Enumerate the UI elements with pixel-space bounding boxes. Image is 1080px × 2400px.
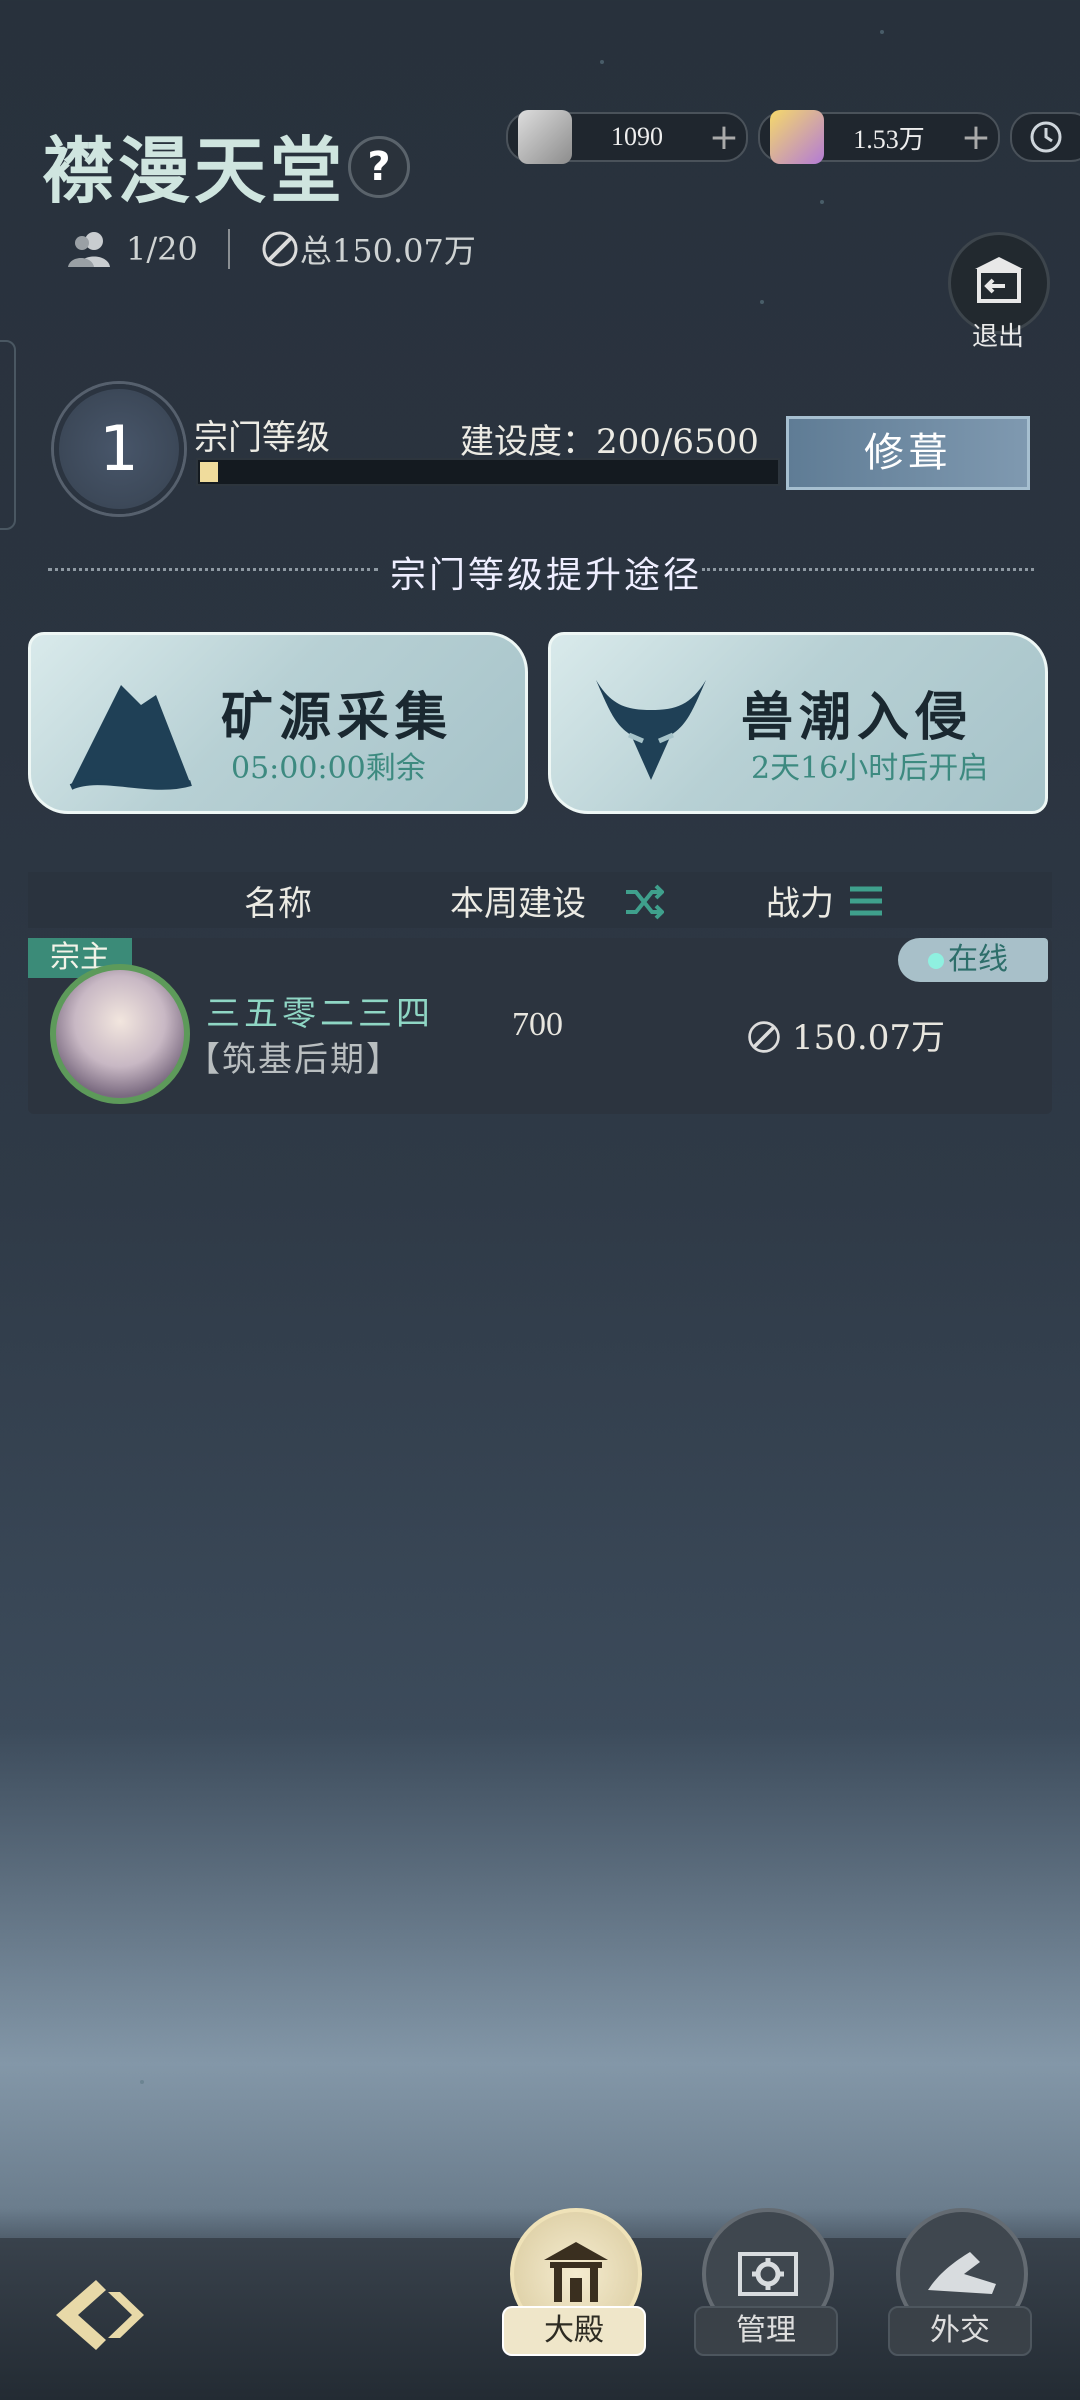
clock-icon: [1030, 121, 1062, 153]
resource-value: 1090: [611, 122, 663, 151]
add-scroll-button[interactable]: +: [702, 117, 746, 158]
divider-right: [702, 568, 1034, 571]
mountain-icon: [69, 685, 192, 790]
question-icon: ?: [367, 144, 391, 190]
avatar[interactable]: [50, 964, 190, 1104]
member-power: 150.07万: [744, 1010, 945, 1059]
construction-label: 建设度：200/6500: [460, 422, 759, 462]
shuffle-sort-icon[interactable]: [624, 884, 664, 920]
resource-value: 1.53万: [853, 124, 925, 154]
demon-mask-icon: [596, 680, 706, 780]
status-badge: 在线: [898, 938, 1048, 982]
column-power[interactable]: 战力: [766, 876, 834, 925]
card-mine-collection[interactable]: 矿源采集 05:00:00剩余: [28, 632, 528, 814]
clock-button[interactable]: [1010, 112, 1080, 162]
member-name: 三五零二三四: [206, 994, 434, 1034]
menu-sort-icon[interactable]: [848, 884, 884, 918]
resource-gem-counter[interactable]: 1.53万 +: [758, 110, 1000, 164]
construction-progress-fill: [200, 462, 218, 482]
column-weekly-build[interactable]: 本周建设: [450, 876, 586, 925]
card-title: 矿源采集: [221, 687, 454, 748]
members-icon: [68, 232, 110, 267]
sect-title: 襟漫天堂: [42, 128, 347, 213]
repair-button[interactable]: 修葺: [786, 416, 1030, 490]
power-value: 150.07万: [792, 1018, 945, 1058]
construction-progress-bar: [196, 458, 780, 486]
card-title: 兽潮入侵: [741, 687, 974, 748]
sect-level-label: 宗门等级: [194, 418, 330, 458]
nav-management-label[interactable]: 管理: [694, 2306, 838, 2356]
upgrade-routes-title: 宗门等级提升途径: [390, 555, 703, 596]
scroll-resource-icon: [518, 110, 572, 164]
divider: [227, 229, 230, 269]
column-name: 名称: [244, 884, 312, 924]
purple-gem-icon: [770, 110, 824, 164]
member-weekly-build: 700: [512, 1006, 563, 1043]
back-arrow-icon[interactable]: [46, 2270, 156, 2360]
total-power: 总150.07万: [299, 232, 476, 270]
sect-stats: 1/20 总150.07万: [66, 226, 476, 272]
power-icon: [748, 1021, 780, 1053]
online-dot-icon: [928, 953, 944, 969]
side-drawer-handle[interactable]: [0, 340, 16, 530]
card-beast-invasion[interactable]: 兽潮入侵 2天16小时后开启: [548, 632, 1048, 814]
resource-scroll-counter[interactable]: 1090 +: [506, 110, 748, 164]
member-rank: 【筑基后期】: [186, 1040, 402, 1080]
sect-level-badge: 1: [54, 384, 184, 514]
card-subtitle: 05:00:00剩余: [231, 751, 426, 786]
card-subtitle: 2天16小时后开启: [751, 751, 989, 786]
add-gem-button[interactable]: +: [954, 117, 998, 158]
status-text: 在线: [948, 942, 1008, 977]
exit-label: 退出: [971, 322, 1024, 352]
power-icon: [262, 231, 298, 267]
help-button[interactable]: ?: [348, 136, 410, 198]
divider-left: [48, 568, 378, 571]
nav-diplomacy-label[interactable]: 外交: [888, 2306, 1032, 2356]
nav-main-hall-label[interactable]: 大殿: [502, 2306, 646, 2356]
member-count: 1/20: [126, 230, 198, 268]
